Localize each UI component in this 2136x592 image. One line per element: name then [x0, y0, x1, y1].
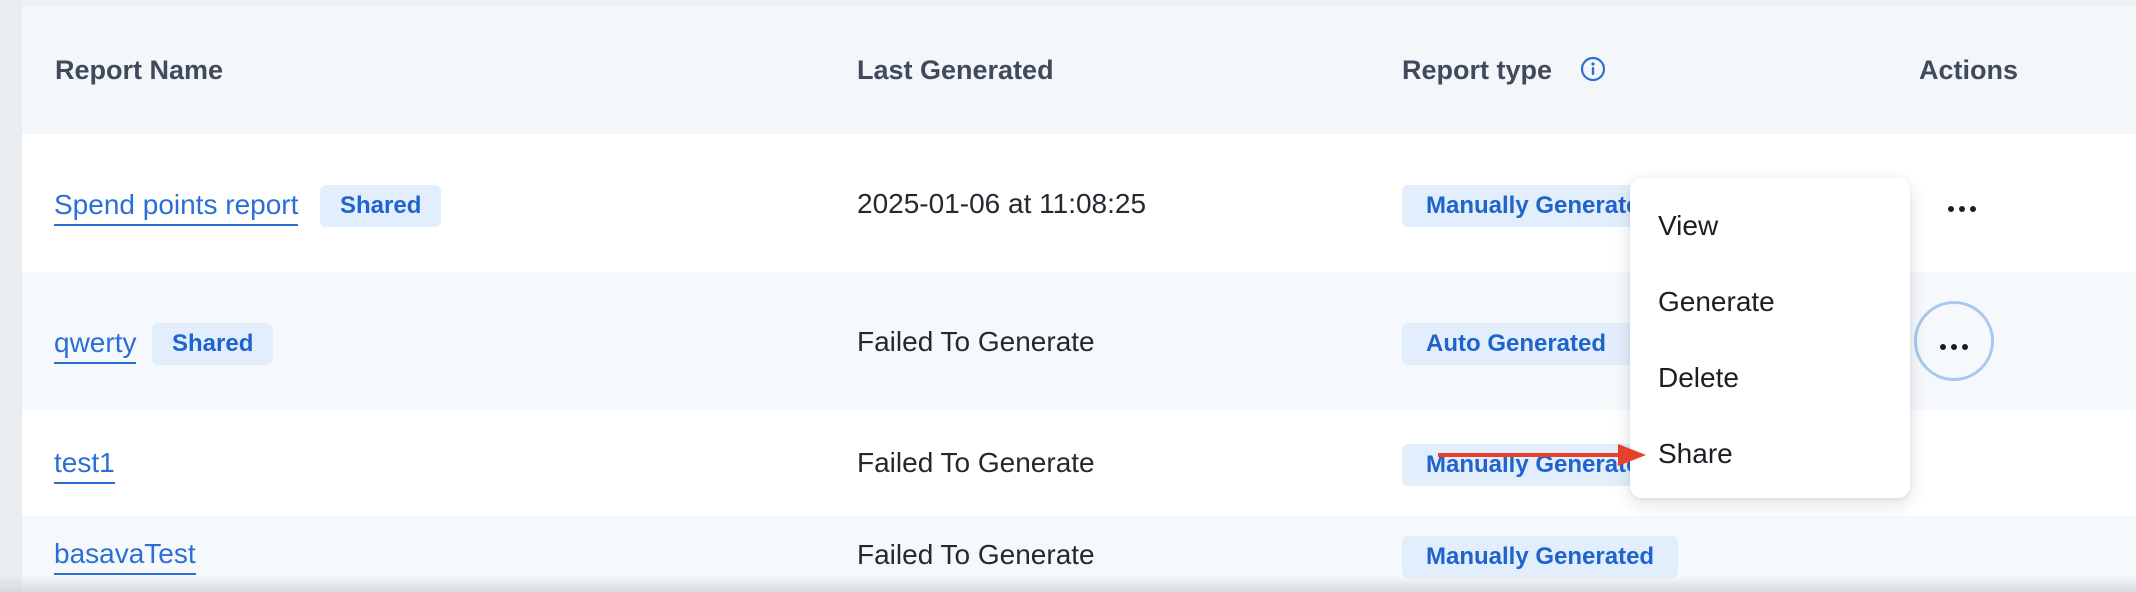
bottom-scroll-shadow [0, 576, 2136, 592]
left-gutter [0, 0, 22, 592]
shared-badge: Shared [152, 323, 274, 365]
column-header-last-generated: Last Generated [857, 55, 1054, 85]
info-circle-icon[interactable] [1580, 56, 1606, 82]
report-name-link[interactable]: basavaTest [54, 538, 196, 575]
last-generated-value: Failed To Generate [857, 539, 1095, 570]
last-generated-value: Failed To Generate [857, 326, 1095, 357]
report-name-link[interactable]: Spend points report [54, 189, 299, 226]
menu-item-view[interactable]: View [1658, 210, 1718, 242]
more-horizontal-icon [1938, 324, 1971, 358]
menu-item-share[interactable]: Share [1658, 438, 1733, 470]
column-header-actions: Actions [1919, 55, 2019, 85]
last-generated-value: Failed To Generate [857, 447, 1095, 478]
red-arrow-icon [1438, 444, 1646, 466]
column-header-report-name: Report Name [55, 55, 224, 85]
report-type-badge: Manually Generated [1402, 536, 1679, 578]
report-name-link[interactable]: qwerty [54, 327, 137, 364]
more-actions-button[interactable] [1939, 180, 1985, 226]
actions-dropdown-menu: View Generate Delete Share [1630, 178, 1910, 498]
more-actions-button-active[interactable] [1914, 301, 1994, 381]
menu-item-delete[interactable]: Delete [1658, 362, 1739, 394]
report-name-link[interactable]: test1 [54, 447, 115, 484]
more-horizontal-icon [1946, 186, 1979, 220]
table-header: Report Name Last Generated Report type A… [22, 6, 2136, 134]
shared-badge: Shared [320, 185, 442, 227]
column-header-report-type: Report type [1402, 55, 1553, 85]
menu-item-generate[interactable]: Generate [1658, 286, 1775, 318]
report-type-badge: Auto Generated [1402, 323, 1662, 365]
last-generated-value: 2025-01-06 at 11:08:25 [857, 188, 1147, 219]
report-type-badge: Manually Generated [1402, 185, 1662, 227]
reports-page: Report Name Last Generated Report type A… [0, 0, 2136, 592]
